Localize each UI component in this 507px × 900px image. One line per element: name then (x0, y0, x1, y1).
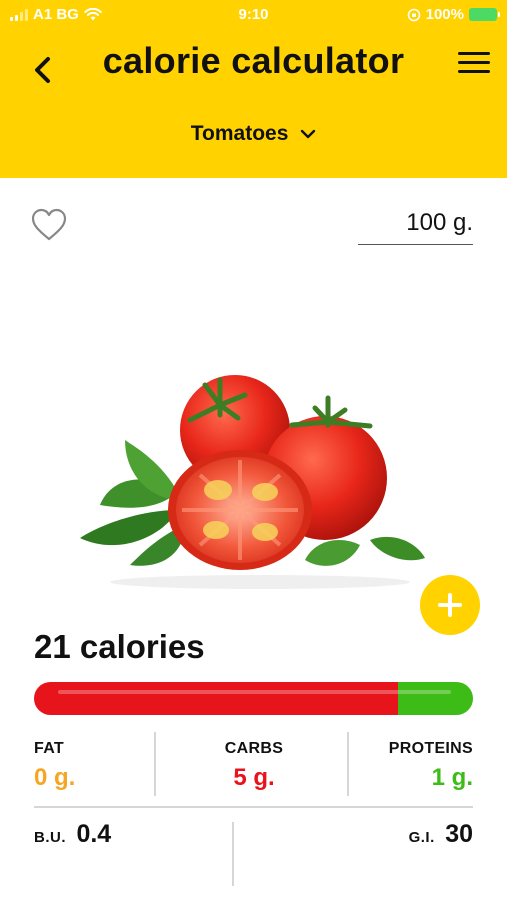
gi-value: 30 (445, 820, 473, 848)
menu-button[interactable] (454, 52, 494, 82)
bu-label: B.U. (34, 829, 66, 846)
fat-label: FAT (34, 740, 64, 757)
macro-bar-carbs (34, 682, 399, 715)
proteins-value: 1 g. (431, 764, 473, 791)
macro-carbs: CARBS 5 g. (154, 740, 354, 792)
macro-fat: FAT 0 g. (34, 740, 75, 792)
calories-value: 21 (34, 628, 71, 665)
macro-bar-proteins (398, 682, 473, 715)
status-right: 100% (407, 6, 500, 23)
status-bar: A1 BG 9:10 100% (0, 0, 507, 30)
proteins-label: PROTEINS (388, 740, 473, 757)
product-selector[interactable]: Tomatoes (0, 122, 507, 146)
battery-icon (469, 8, 500, 21)
gi-label: G.I. (408, 829, 435, 846)
fat-value: 0 g. (34, 764, 76, 791)
orientation-lock-icon (407, 8, 420, 21)
macro-proteins: PROTEINS 1 g. (389, 740, 473, 792)
basil-leaf (370, 536, 425, 561)
page-title: calorie calculator (102, 40, 405, 81)
calories-summary: 21 calories (34, 628, 205, 666)
tomato-stem (289, 395, 373, 429)
favorite-heart-icon[interactable] (30, 207, 68, 243)
macros-row: FAT 0 g. CARBS 5 g. PROTEINS 1 g. (34, 732, 473, 796)
macro-bar (34, 682, 473, 715)
divider (232, 822, 234, 886)
app-header: A1 BG 9:10 100% calorie calculator Tomat… (0, 0, 507, 178)
divider (34, 806, 473, 808)
bu-value: 0.4 (76, 820, 112, 848)
macro-bar-shine (58, 690, 451, 694)
divider (347, 732, 349, 796)
bread-units: B.U. 0.4 (34, 820, 111, 849)
battery-percent: 100% (425, 6, 464, 23)
carbs-value: 5 g. (233, 764, 275, 791)
product-name: Tomatoes (190, 122, 289, 145)
carbs-label: CARBS (224, 740, 284, 757)
add-button[interactable] (420, 575, 480, 635)
calories-unit: calories (79, 628, 205, 665)
weight-input[interactable]: 100 g. (358, 205, 473, 245)
chevron-down-icon (301, 130, 316, 139)
basil-leaf (305, 540, 360, 566)
tomatoes-image (80, 375, 425, 589)
glycemic-index: G.I. 30 (409, 820, 473, 849)
